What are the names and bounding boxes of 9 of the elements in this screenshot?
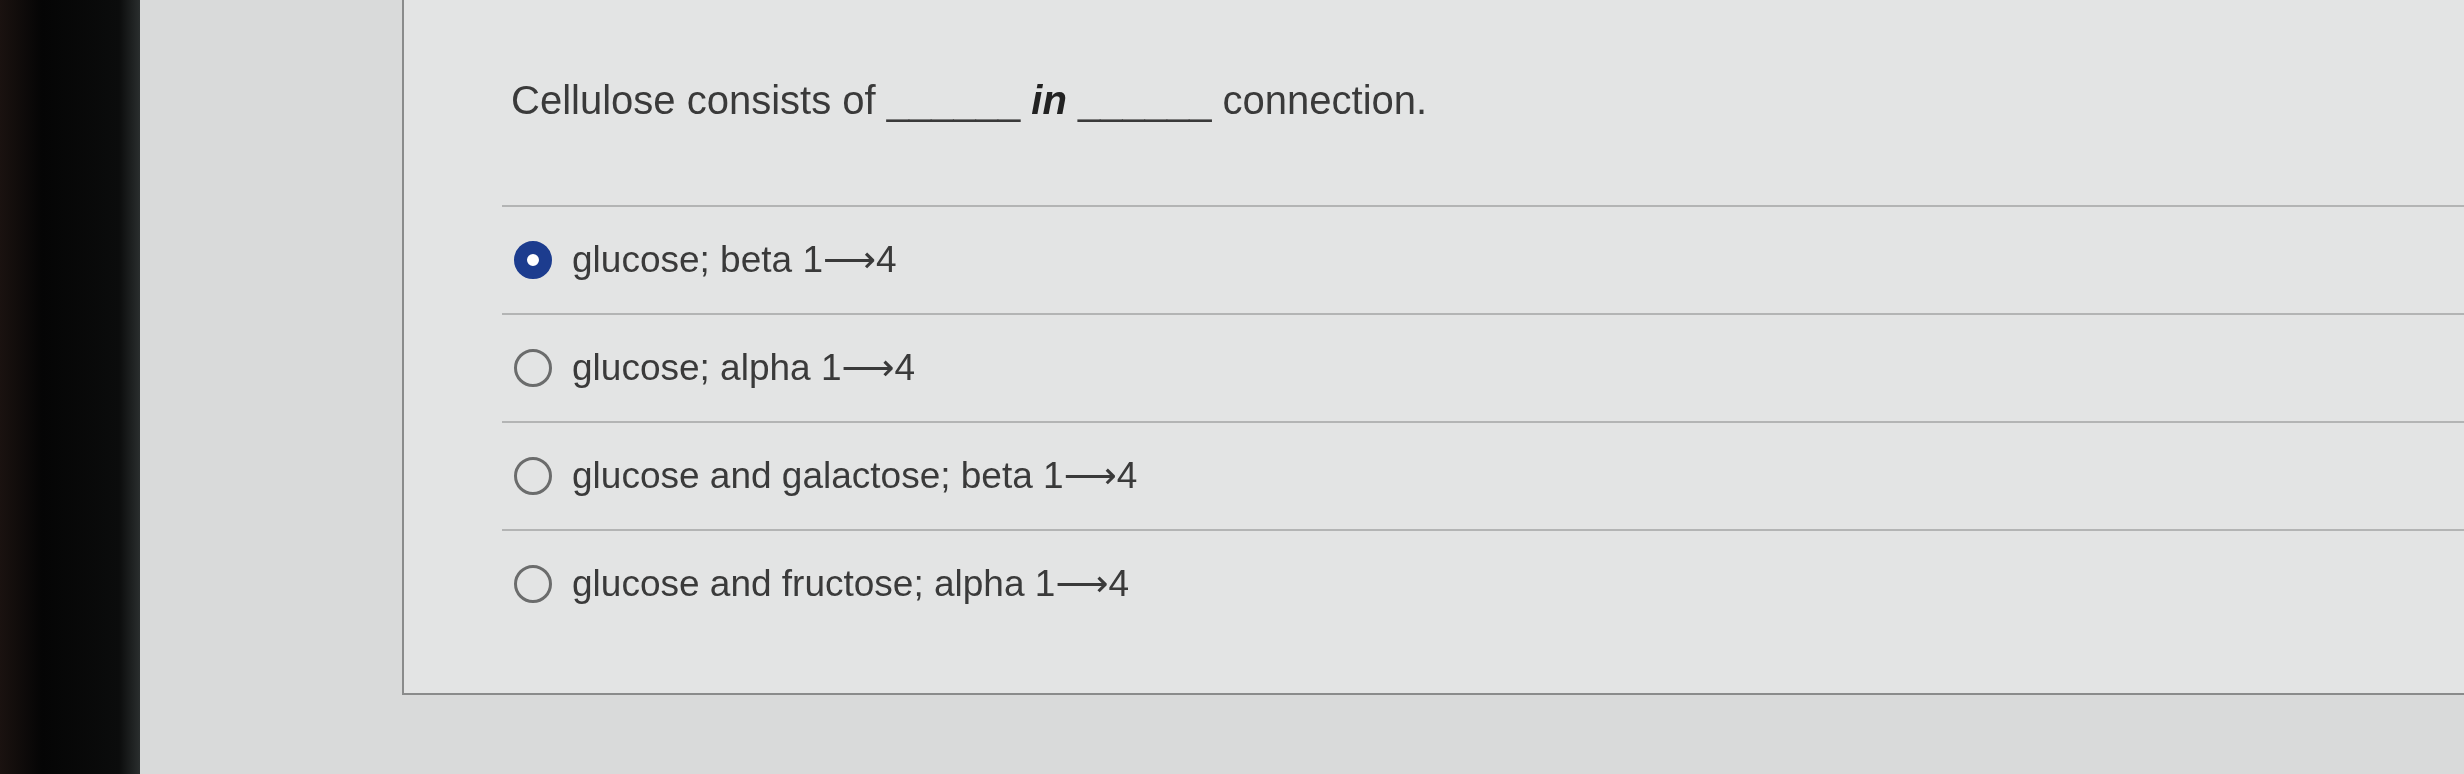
- option-label[interactable]: glucose; beta 1⟶4: [572, 236, 897, 284]
- question-text: Cellulose consists of ______ in ______ connection.: [511, 77, 1428, 124]
- radio-button[interactable]: [514, 349, 552, 387]
- option-label[interactable]: glucose and fructose; alpha 1⟶4: [572, 560, 1129, 608]
- radio-button[interactable]: [514, 457, 552, 495]
- radio-button[interactable]: [514, 565, 552, 603]
- option-label[interactable]: glucose and galactose; beta 1⟶4: [572, 452, 1138, 500]
- radio-button[interactable]: [514, 241, 552, 279]
- option-label[interactable]: glucose; alpha 1⟶4: [572, 344, 916, 392]
